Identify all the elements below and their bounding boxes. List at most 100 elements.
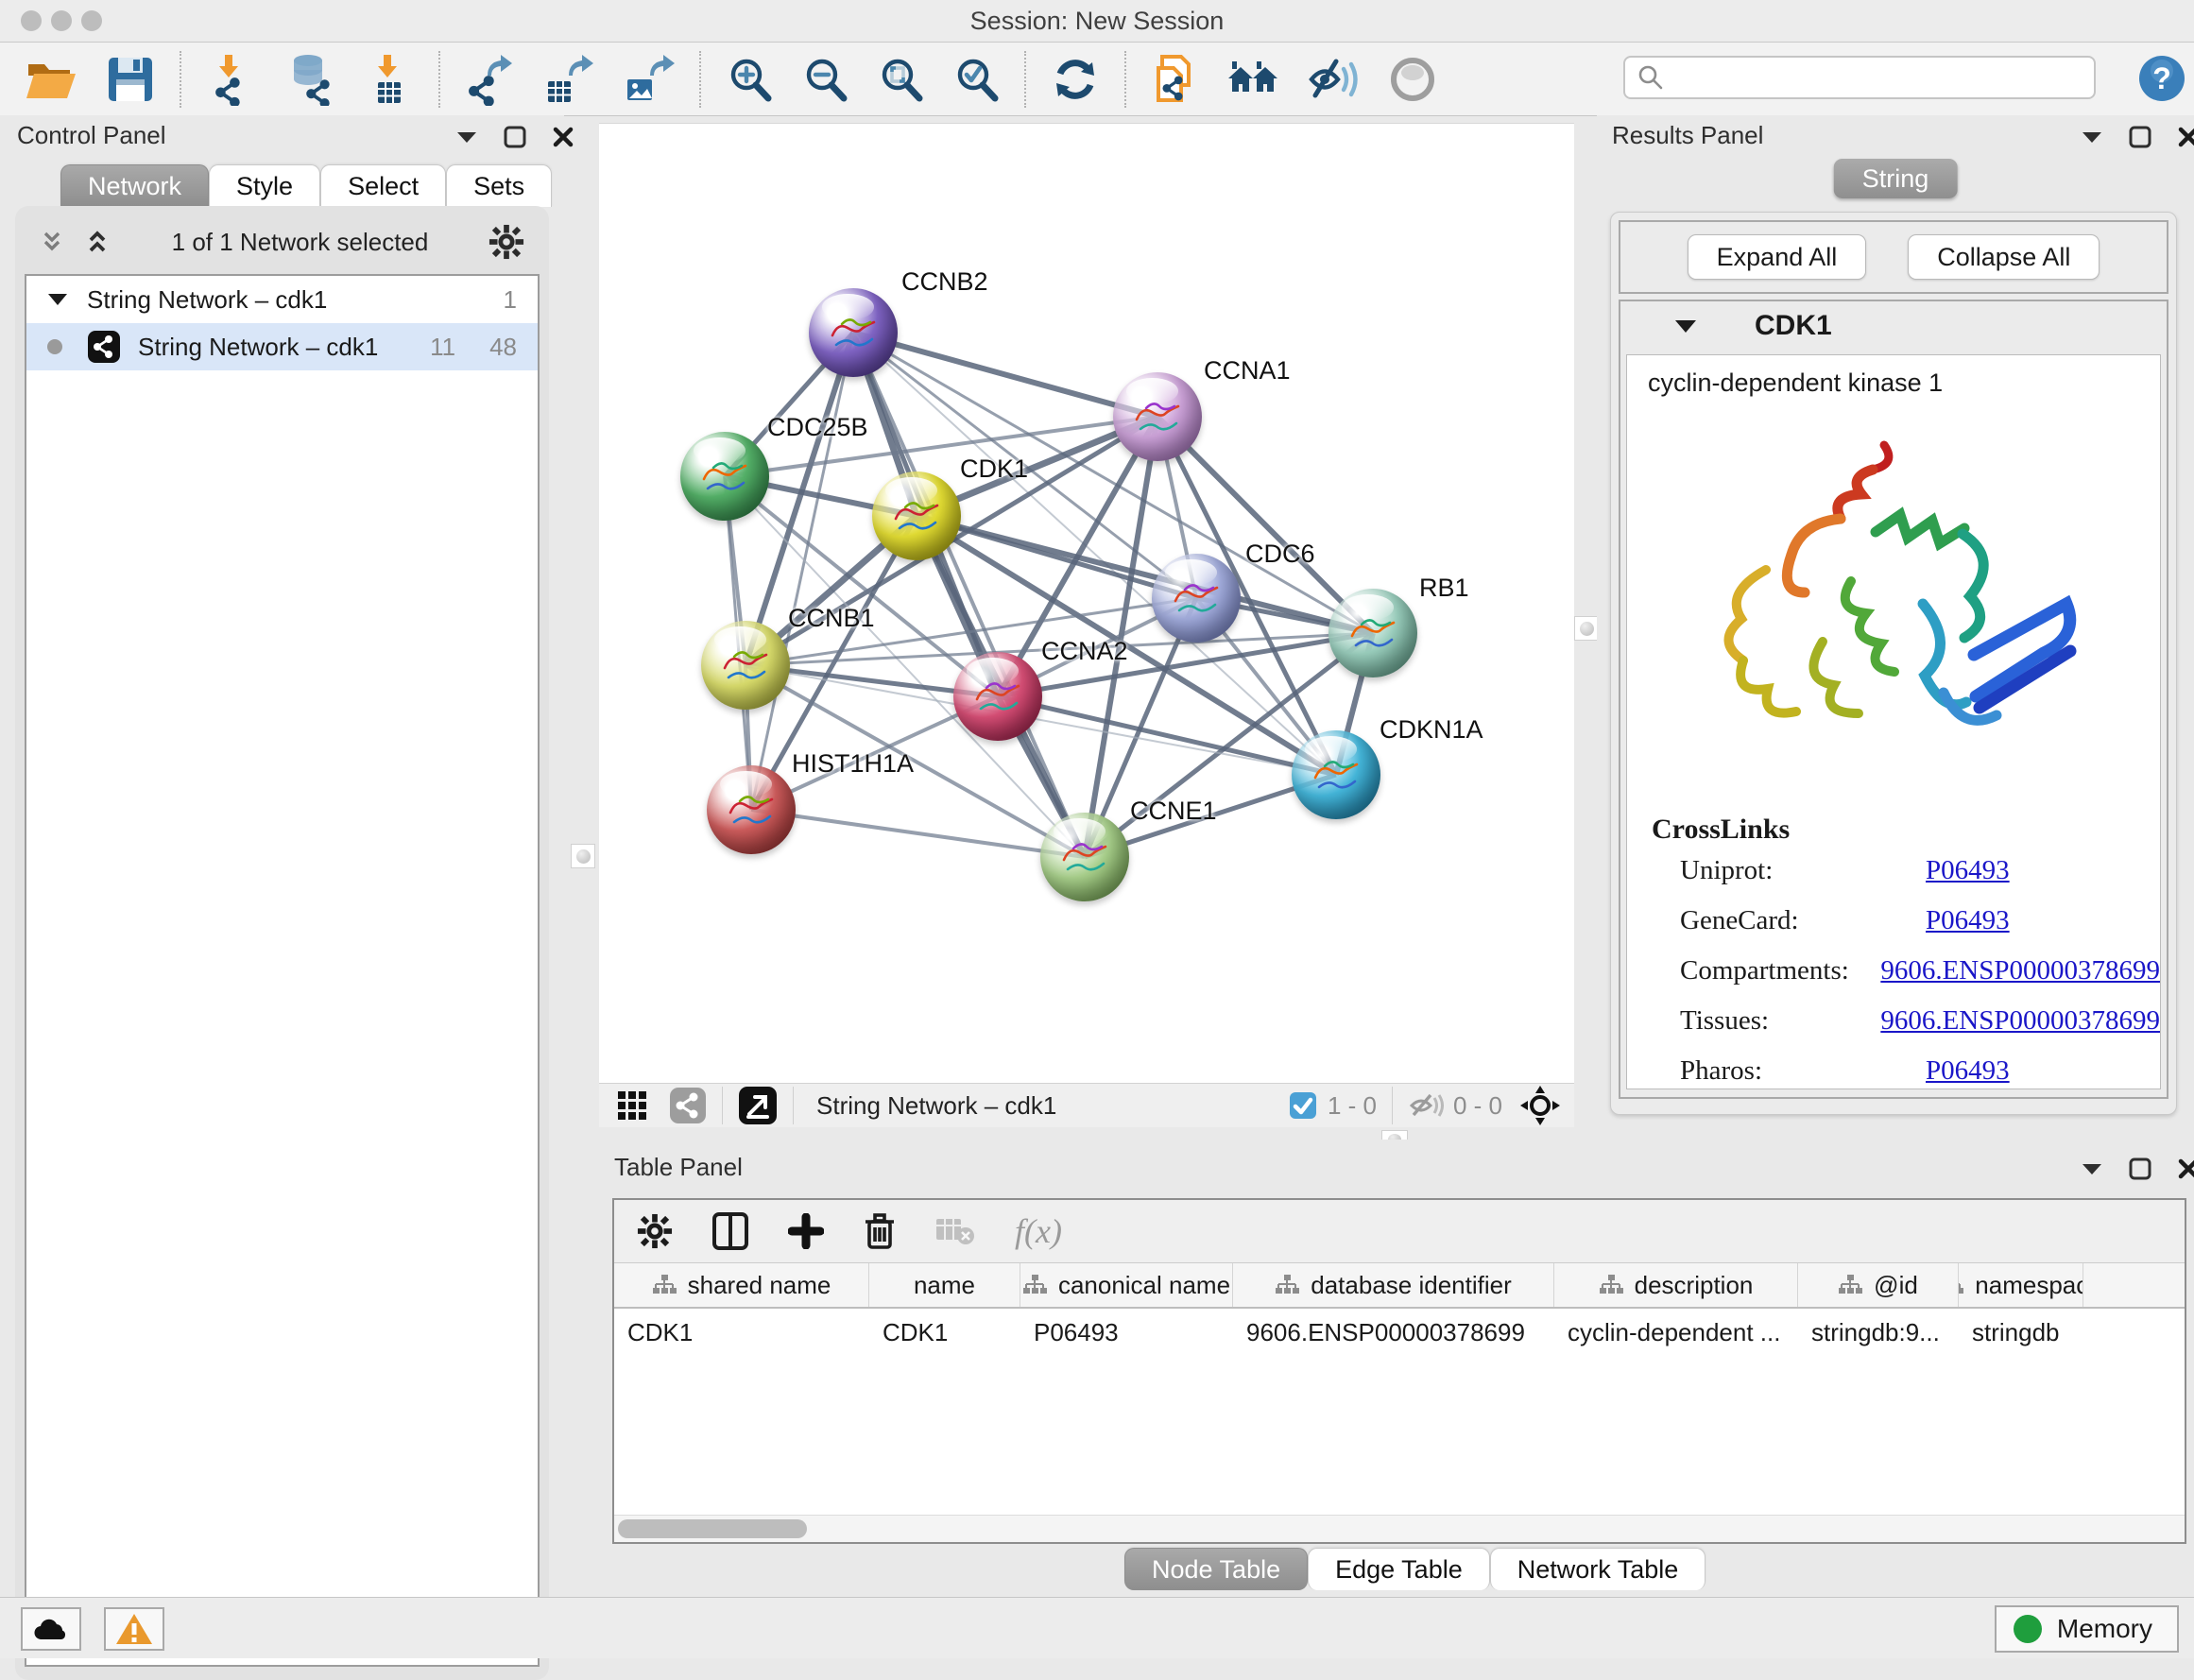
warning-button[interactable]: [104, 1607, 164, 1651]
table-options-gear-icon[interactable]: [637, 1213, 673, 1249]
grid-view-icon[interactable]: [616, 1089, 648, 1122]
hidden-eye-icon[interactable]: [1408, 1090, 1444, 1121]
show-columns-icon[interactable]: [712, 1212, 748, 1250]
crosslink-link[interactable]: P06493: [1926, 855, 2010, 886]
toggle-graphics-details-icon[interactable]: [1308, 56, 1361, 103]
left-splitter-handle[interactable]: [571, 844, 595, 868]
selected-checkbox-icon[interactable]: [1288, 1090, 1318, 1121]
import-network-database-icon[interactable]: [283, 53, 336, 106]
expand-all-icon[interactable]: [83, 228, 111, 256]
duplicate-network-icon[interactable]: [1151, 53, 1198, 106]
collapse-entry-icon[interactable]: [1673, 317, 1698, 334]
collapse-all-button[interactable]: Collapse All: [1908, 234, 2100, 280]
save-session-icon[interactable]: [106, 55, 155, 104]
network-view-icon[interactable]: [669, 1087, 707, 1124]
cell[interactable]: CDK1: [869, 1309, 1020, 1356]
export-network-icon[interactable]: [465, 53, 516, 106]
cell[interactable]: CDK1: [614, 1309, 869, 1356]
node-rb1[interactable]: [1328, 589, 1417, 677]
node-cdkn1a[interactable]: [1292, 730, 1380, 819]
tab-edge-table[interactable]: Edge Table: [1308, 1548, 1490, 1590]
cell[interactable]: P06493: [1020, 1309, 1233, 1356]
panel-menu-icon[interactable]: [455, 129, 478, 145]
network-edge[interactable]: [751, 810, 1085, 857]
crosslink-link[interactable]: 9606.ENSP00000378699: [1880, 1005, 2160, 1037]
search-input[interactable]: [1665, 63, 2094, 92]
network-edge[interactable]: [917, 516, 1373, 633]
panel-menu-icon[interactable]: [2081, 129, 2103, 145]
tab-string[interactable]: String: [1834, 159, 1958, 198]
tab-select[interactable]: Select: [320, 164, 446, 207]
column-header-namespace[interactable]: namespace: [1959, 1263, 2083, 1307]
open-session-icon[interactable]: [25, 55, 77, 104]
import-network-icon[interactable]: [206, 53, 255, 106]
tree-root-row[interactable]: String Network – cdk1 1: [26, 276, 538, 323]
apply-layout-icon[interactable]: [1051, 55, 1100, 104]
zoom-selected-icon[interactable]: [952, 56, 1000, 103]
float-panel-icon[interactable]: [2128, 125, 2152, 149]
node-cdc6[interactable]: [1152, 554, 1241, 643]
column-header-canonical-name[interactable]: canonical name: [1020, 1263, 1233, 1307]
node-cdk1[interactable]: [872, 471, 961, 560]
collapse-all-icon[interactable]: [38, 228, 66, 256]
scrollbar-thumb[interactable]: [618, 1519, 807, 1538]
column-header-database-identifier[interactable]: database identifier: [1233, 1263, 1554, 1307]
detach-view-icon[interactable]: [738, 1086, 778, 1125]
delete-column-icon[interactable]: [864, 1212, 896, 1250]
right-splitter-handle[interactable]: [1574, 616, 1599, 641]
table-row[interactable]: CDK1CDK1P064939606.ENSP00000378699cyclin…: [614, 1309, 2185, 1356]
pan-crosshair-icon[interactable]: [1519, 1085, 1561, 1126]
cell[interactable]: cyclin-dependent ...: [1554, 1309, 1798, 1356]
table-h-scrollbar[interactable]: [614, 1515, 2185, 1542]
tab-sets[interactable]: Sets: [446, 164, 552, 207]
column-header-shared-name[interactable]: shared name: [614, 1263, 869, 1307]
birds-eye-icon[interactable]: [1389, 56, 1436, 103]
tab-network-table[interactable]: Network Table: [1490, 1548, 1706, 1590]
panel-menu-icon[interactable]: [2081, 1161, 2103, 1176]
cell[interactable]: 9606.ENSP00000378699: [1233, 1309, 1554, 1356]
network-canvas[interactable]: CCNB2CCNA1CDC25BCDK1CDC6RB1CCNB1CCNA2CDK…: [599, 123, 1574, 1084]
help-icon[interactable]: ?: [2137, 54, 2186, 103]
close-panel-icon[interactable]: [2177, 126, 2194, 148]
node-cdc25b[interactable]: [680, 432, 769, 521]
network-options-gear-icon[interactable]: [489, 224, 524, 260]
crosslink-link[interactable]: P06493: [1926, 905, 2010, 936]
memory-button[interactable]: Memory: [1995, 1605, 2179, 1653]
cloud-button[interactable]: [21, 1607, 81, 1651]
column-header-description[interactable]: description: [1554, 1263, 1798, 1307]
export-image-icon[interactable]: [624, 53, 675, 106]
float-panel-icon[interactable]: [503, 125, 527, 149]
zoom-fit-icon[interactable]: [877, 56, 924, 103]
zoom-out-icon[interactable]: [801, 56, 848, 103]
import-table-icon[interactable]: [365, 53, 414, 106]
float-panel-icon[interactable]: [2128, 1157, 2152, 1181]
crosslink-row: Tissues:9606.ENSP00000378699: [1627, 996, 2160, 1046]
node-ccnb2[interactable]: [809, 288, 898, 377]
node-ccna2[interactable]: [953, 652, 1042, 741]
tree-network-row[interactable]: String Network – cdk1 1148: [26, 323, 538, 370]
zoom-in-icon[interactable]: [726, 56, 773, 103]
column-header--id[interactable]: @id: [1798, 1263, 1959, 1307]
cell[interactable]: stringdb:9...: [1798, 1309, 1959, 1356]
cell[interactable]: stringdb: [1959, 1309, 2083, 1356]
column-header-name[interactable]: name: [869, 1263, 1020, 1307]
crosslink-link[interactable]: P06493: [1926, 1055, 2010, 1087]
home-icon[interactable]: [1226, 56, 1279, 103]
node-hist1h1a[interactable]: [707, 765, 796, 854]
network-edge[interactable]: [751, 333, 853, 810]
tab-node-table[interactable]: Node Table: [1124, 1548, 1308, 1590]
close-panel-icon[interactable]: [2177, 1157, 2194, 1180]
close-panel-icon[interactable]: [552, 126, 574, 148]
node-ccne1[interactable]: [1040, 813, 1129, 901]
tab-network[interactable]: Network: [60, 164, 209, 207]
export-table-icon[interactable]: [544, 53, 595, 106]
warning-icon: [115, 1612, 153, 1646]
node-ccna1[interactable]: [1113, 372, 1202, 461]
add-column-icon[interactable]: [788, 1213, 824, 1249]
collapse-node-icon[interactable]: [47, 292, 68, 307]
expand-all-button[interactable]: Expand All: [1688, 234, 1867, 280]
node-ccnb1[interactable]: [701, 621, 790, 710]
tab-style[interactable]: Style: [209, 164, 320, 207]
search-box[interactable]: [1623, 56, 2096, 99]
crosslink-link[interactable]: 9606.ENSP00000378699: [1880, 955, 2160, 986]
